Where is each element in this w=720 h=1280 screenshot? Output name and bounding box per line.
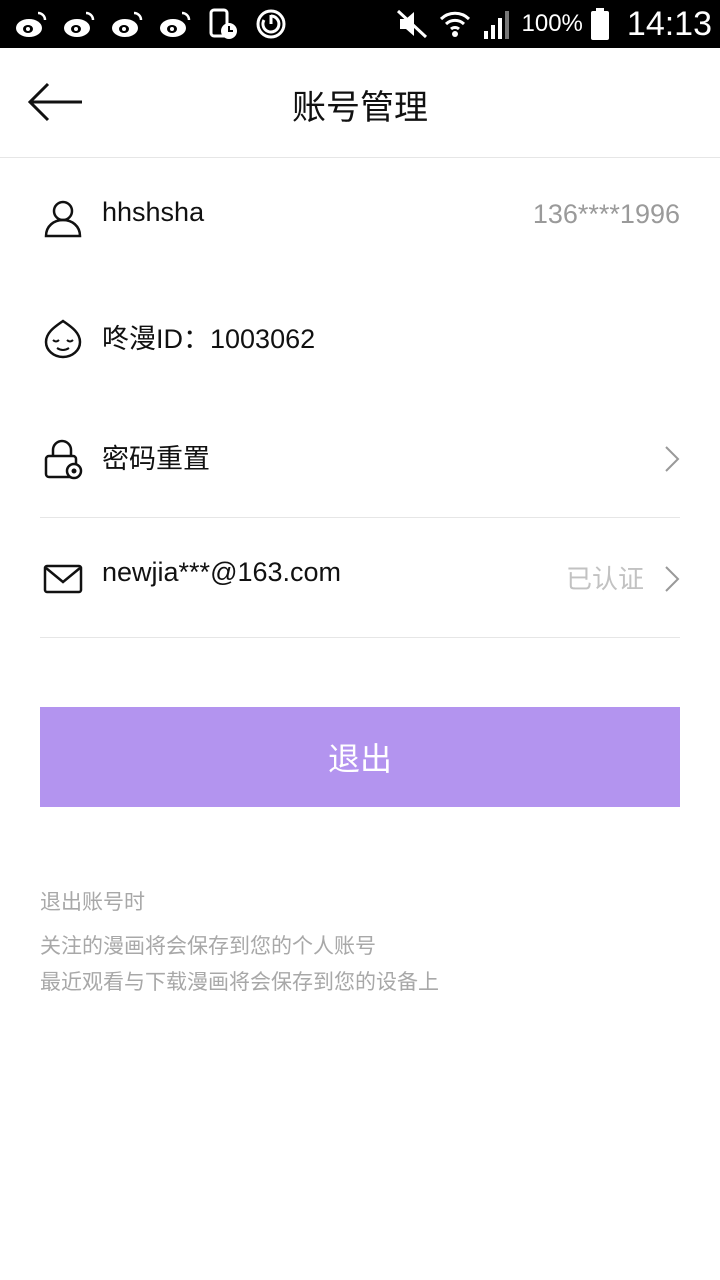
divider <box>40 637 680 638</box>
user-id-label: 咚漫ID：1003062 <box>102 324 316 354</box>
chevron-right-icon <box>665 566 680 592</box>
mascot-icon <box>44 319 82 359</box>
phone-clock-icon <box>209 8 237 39</box>
notes-line: 最近观看与下载漫画将会保存到您的设备上 <box>40 970 439 994</box>
page-title: 账号管理 <box>292 88 428 128</box>
notes-title: 退出账号时 <box>40 890 145 914</box>
notification-icons <box>14 7 288 41</box>
battery-percentage: 100% <box>521 10 583 37</box>
chevron-right-icon <box>665 446 680 472</box>
password-reset-row[interactable]: 密码重置 <box>40 399 680 519</box>
user-icon <box>44 200 82 238</box>
app-header: 账号管理 <box>0 48 720 158</box>
system-indicators: 100% 14:13 <box>396 5 712 44</box>
notes-line: 关注的漫画将会保存到您的个人账号 <box>40 934 376 958</box>
logout-notes: 退出账号时 关注的漫画将会保存到您的个人账号 最近观看与下载漫画将会保存到您的设… <box>40 884 439 1000</box>
weibo-icon <box>16 11 47 37</box>
divider <box>40 517 680 518</box>
user-id-row: 咚漫ID：1003062 <box>40 279 680 399</box>
logout-button[interactable]: 退出 <box>40 707 680 807</box>
weibo-icon <box>64 11 95 37</box>
lock-settings-icon <box>44 439 83 480</box>
sync-icon <box>256 9 286 39</box>
username-row: hhshsha 136****1996 <box>40 159 680 279</box>
battery-icon <box>590 8 609 40</box>
wifi-icon <box>439 11 470 37</box>
status-bar: 100% 14:13 <box>0 0 720 48</box>
username-label: hhshsha <box>102 197 205 227</box>
weibo-icon <box>112 11 143 37</box>
email-label: newjia***@163.com <box>102 557 342 587</box>
mute-icon <box>396 9 427 39</box>
clock: 14:13 <box>626 4 712 43</box>
weibo-icon <box>160 11 191 37</box>
email-row[interactable]: newjia***@163.com 已认证 <box>40 519 680 639</box>
email-verified-status: 已认证 <box>565 565 644 595</box>
password-reset-label: 密码重置 <box>102 444 210 474</box>
phone-number: 136****1996 <box>532 199 680 229</box>
signal-icon <box>483 11 509 39</box>
mail-icon <box>43 564 83 594</box>
